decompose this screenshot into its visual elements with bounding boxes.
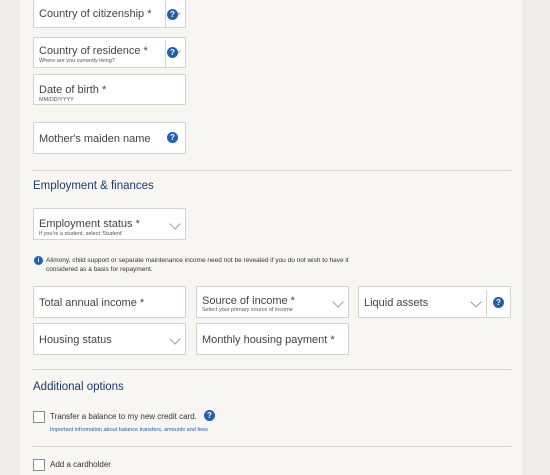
section-divider [33,170,511,171]
dob-input[interactable]: Date of birth * MM/DD/YYYY [33,74,186,105]
section-divider [33,369,511,370]
chevron-down-icon [169,333,181,345]
help-icon[interactable]: ? [493,297,504,308]
maiden-name-input[interactable]: Mother's maiden name [33,122,186,154]
citizenship-select[interactable]: Country of citizenship * [33,0,186,28]
annual-income-input[interactable]: Total annual income * [33,286,186,318]
dob-hint: MM/DD/YYYY [39,97,74,103]
info-icon: i [34,256,43,265]
citizenship-label: Country of citizenship * [39,8,152,20]
housing-payment-label: Monthly housing payment * [202,334,335,346]
alimony-notice: Alimony, child support or separate maint… [46,256,349,274]
section-divider [33,446,511,447]
income-source-label: Source of income * [202,295,295,307]
balance-transfer-checkbox[interactable] [33,411,45,423]
chevron-down-icon [332,296,344,308]
help-icon[interactable]: ? [167,9,178,20]
balance-transfer-info-link[interactable]: Important information about balance tran… [50,427,208,433]
balance-transfer-label: Transfer a balance to my new credit card… [50,412,197,421]
liquid-assets-select[interactable]: Liquid assets ? [358,286,511,318]
housing-status-label: Housing status [39,334,112,346]
liquid-assets-label: Liquid assets [364,297,429,309]
chevron-down-icon [169,218,181,230]
residence-select[interactable]: Country of residence * Where are you cur… [33,37,186,68]
annual-income-label: Total annual income * [39,297,145,309]
income-source-hint: Select your primary source of income [202,307,293,313]
additional-options-title: Additional options [33,381,124,393]
employment-status-select[interactable]: Employment status * If you're a student,… [33,208,186,240]
alimony-notice-line2: considered as a basis for repayment. [46,266,153,273]
employment-section-title: Employment & finances [33,180,154,192]
housing-status-select[interactable]: Housing status [33,323,186,355]
maiden-name-label: Mother's maiden name [39,133,151,145]
chevron-down-icon [470,296,482,308]
select-divider [165,40,166,67]
alimony-notice-line1: Alimony, child support or separate maint… [46,257,349,264]
help-icon[interactable]: ? [167,47,178,58]
help-icon[interactable]: ? [167,132,178,143]
dob-label: Date of birth * [39,84,107,96]
select-divider [486,290,487,316]
add-cardholder-label: Add a cardholder [50,460,111,469]
housing-payment-input[interactable]: Monthly housing payment * [196,323,349,355]
residence-label: Country of residence * [39,45,148,57]
help-icon[interactable]: ? [204,410,215,421]
residence-hint: Where are you currently living? [39,58,115,64]
employment-status-hint: If you're a student, select 'Student' [39,231,123,237]
employment-status-label: Employment status * [39,218,140,230]
select-divider [165,1,166,27]
add-cardholder-checkbox[interactable] [33,459,45,471]
income-source-select[interactable]: Source of income * Select your primary s… [196,286,349,318]
